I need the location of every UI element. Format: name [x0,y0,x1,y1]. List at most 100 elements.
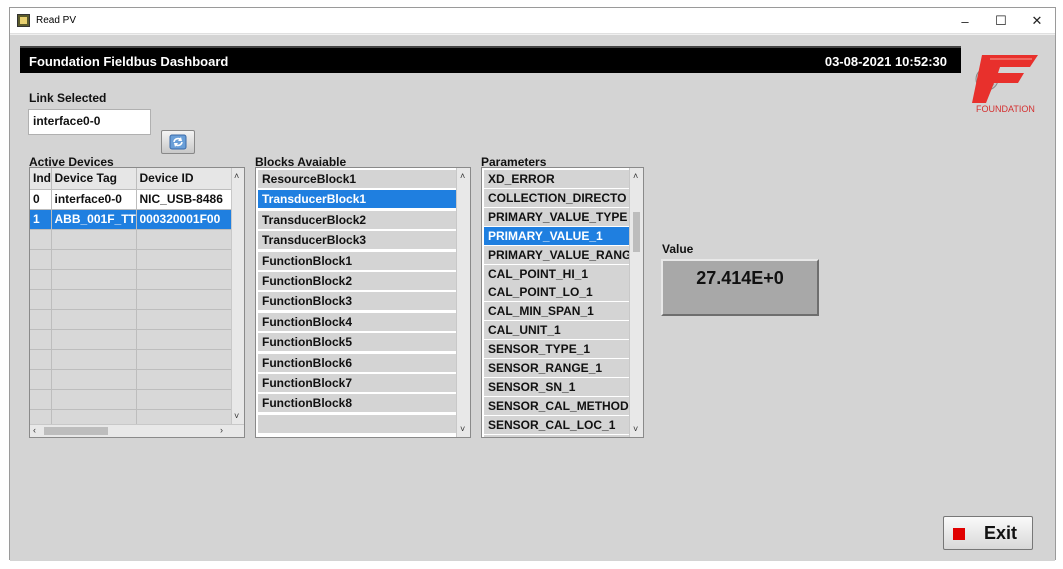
value-label: Value [662,242,694,256]
table-cell: 000320001F00 [136,209,234,230]
table-cell: 1 [30,209,52,230]
app-icon [17,14,30,27]
table-cell [51,329,137,350]
table-row[interactable] [30,309,234,330]
table-cell: ABB_001F_TT [51,209,137,230]
column-header[interactable]: Device ID [136,168,234,190]
table-cell: NIC_USB-8486 [136,189,234,210]
list-item[interactable] [258,414,456,434]
list-item[interactable]: SENSOR_RANGE_1 [484,359,629,378]
blocks-vertical-scrollbar[interactable]: ˄ ˅ [456,168,470,437]
table-row[interactable]: 1 ABB_001F_TT 000320001F00 [30,209,234,230]
stop-icon [953,528,965,540]
list-item[interactable]: TransducerBlock3 [258,231,456,251]
table-row[interactable] [30,369,234,390]
list-item[interactable]: SENSOR_CAL_METHOD [484,396,629,416]
active-devices-table[interactable]: Ind Device Tag Device ID 0 interface0-0 NIC_U… [29,167,245,438]
list-item[interactable]: FunctionBlock6 [258,353,456,373]
scroll-left-icon[interactable]: ‹ [33,425,36,435]
table-cell [136,309,234,330]
table-cell [51,269,137,290]
list-item[interactable]: FunctionBlock2 [258,272,456,291]
table-cell [30,229,52,250]
close-button[interactable]: ✕ [1019,8,1055,34]
table-row[interactable] [30,349,234,370]
list-item[interactable]: FunctionBlock4 [258,312,456,332]
table-row[interactable]: 0 interface0-0 NIC_USB-8486 [30,189,234,210]
table-cell [136,389,234,410]
scroll-down-icon[interactable]: ˅ [460,424,465,434]
link-selected-label: Link Selected [29,91,107,105]
list-item[interactable]: SENSOR_SN_1 [484,377,629,397]
list-item[interactable]: CAL_POINT_HI_1 [484,264,629,284]
minimize-button[interactable]: – [947,8,983,34]
refresh-button[interactable] [161,130,195,154]
list-item[interactable]: PRIMARY_VALUE_TYPE [484,207,629,227]
refresh-icon [169,134,187,150]
column-header[interactable]: Ind [30,168,52,190]
list-item[interactable]: TransducerBlock1 [258,190,456,210]
table-cell: interface0-0 [51,189,137,210]
list-item[interactable]: FunctionBlock8 [258,394,456,414]
scroll-right-icon[interactable]: › [220,425,223,435]
list-item[interactable]: CAL_POINT_LO_1 [484,283,629,303]
table-cell [136,249,234,270]
list-item[interactable]: SENSOR_CAL_LOC_1 [484,415,629,435]
window-title: Read PV [36,15,77,26]
link-selected-field[interactable]: interface0-0 [28,109,151,135]
scroll-down-icon[interactable]: ˅ [234,411,239,421]
table-row[interactable] [30,229,234,250]
list-item[interactable]: TransducerBlock2 [258,210,456,230]
exit-button[interactable]: Exit [943,516,1033,550]
table-cell [51,309,137,330]
scroll-up-icon[interactable]: ˄ [460,171,465,181]
value-reading: 27.414E+0 [696,268,784,288]
table-row[interactable] [30,329,234,350]
horizontal-scroll-thumb[interactable] [44,427,108,435]
table-cell [136,329,234,350]
maximize-button[interactable]: ☐ [983,8,1019,34]
scroll-down-icon[interactable]: ˅ [633,424,638,434]
devices-horizontal-scrollbar[interactable]: ‹ › [30,424,244,437]
table-header-row: Ind Device Tag Device ID [30,168,234,190]
list-item[interactable]: CAL_MIN_SPAN_1 [484,302,629,322]
table-row[interactable] [30,269,234,290]
parameters-vertical-scrollbar[interactable]: ˄ ˅ [629,168,643,437]
list-item[interactable]: SENSOR_CAL_DATE_1 [484,434,629,437]
list-item[interactable]: FunctionBlock3 [258,292,456,312]
list-item[interactable]: SENSOR_TYPE_1 [484,340,629,360]
table-row[interactable] [30,249,234,270]
list-item[interactable]: FunctionBlock7 [258,374,456,393]
table-cell [30,369,52,390]
list-item[interactable]: PRIMARY_VALUE_RANG [484,245,629,265]
list-item[interactable]: COLLECTION_DIRECTO [484,188,629,208]
exit-label: Exit [984,523,1018,543]
list-item[interactable]: FunctionBlock1 [258,251,456,271]
scroll-up-icon[interactable]: ˄ [633,171,638,181]
table-cell [136,369,234,390]
parameters-list[interactable]: XD_ERROR COLLECTION_DIRECTO PRIMARY_VALUE_… [481,167,644,438]
list-item[interactable]: ResourceBlock1 [258,170,456,189]
table-cell [51,289,137,310]
table-cell [51,249,137,270]
scroll-up-icon[interactable]: ˄ [234,171,239,181]
table-row[interactable] [30,389,234,410]
table-cell [136,229,234,250]
list-item[interactable]: FunctionBlock5 [258,333,456,353]
column-header[interactable]: Device Tag [51,168,137,190]
list-item[interactable]: CAL_UNIT_1 [484,321,629,341]
list-item[interactable]: PRIMARY_VALUE_1 [484,226,629,246]
devices-vertical-scrollbar[interactable]: ˄ ˅ [231,168,244,425]
table-cell: 0 [30,189,52,210]
table-cell [30,289,52,310]
blocks-list[interactable]: ResourceBlock1 TransducerBlock1 Transducer… [255,167,471,438]
table-cell [30,329,52,350]
list-item[interactable]: XD_ERROR [484,170,629,189]
table-cell [30,309,52,330]
parameters-scroll-thumb[interactable] [633,212,640,252]
table-cell [30,269,52,290]
title-bar: Read PV – ☐ ✕ [10,8,1055,34]
table-row[interactable] [30,289,234,310]
table-cell [51,369,137,390]
table-cell [136,269,234,290]
